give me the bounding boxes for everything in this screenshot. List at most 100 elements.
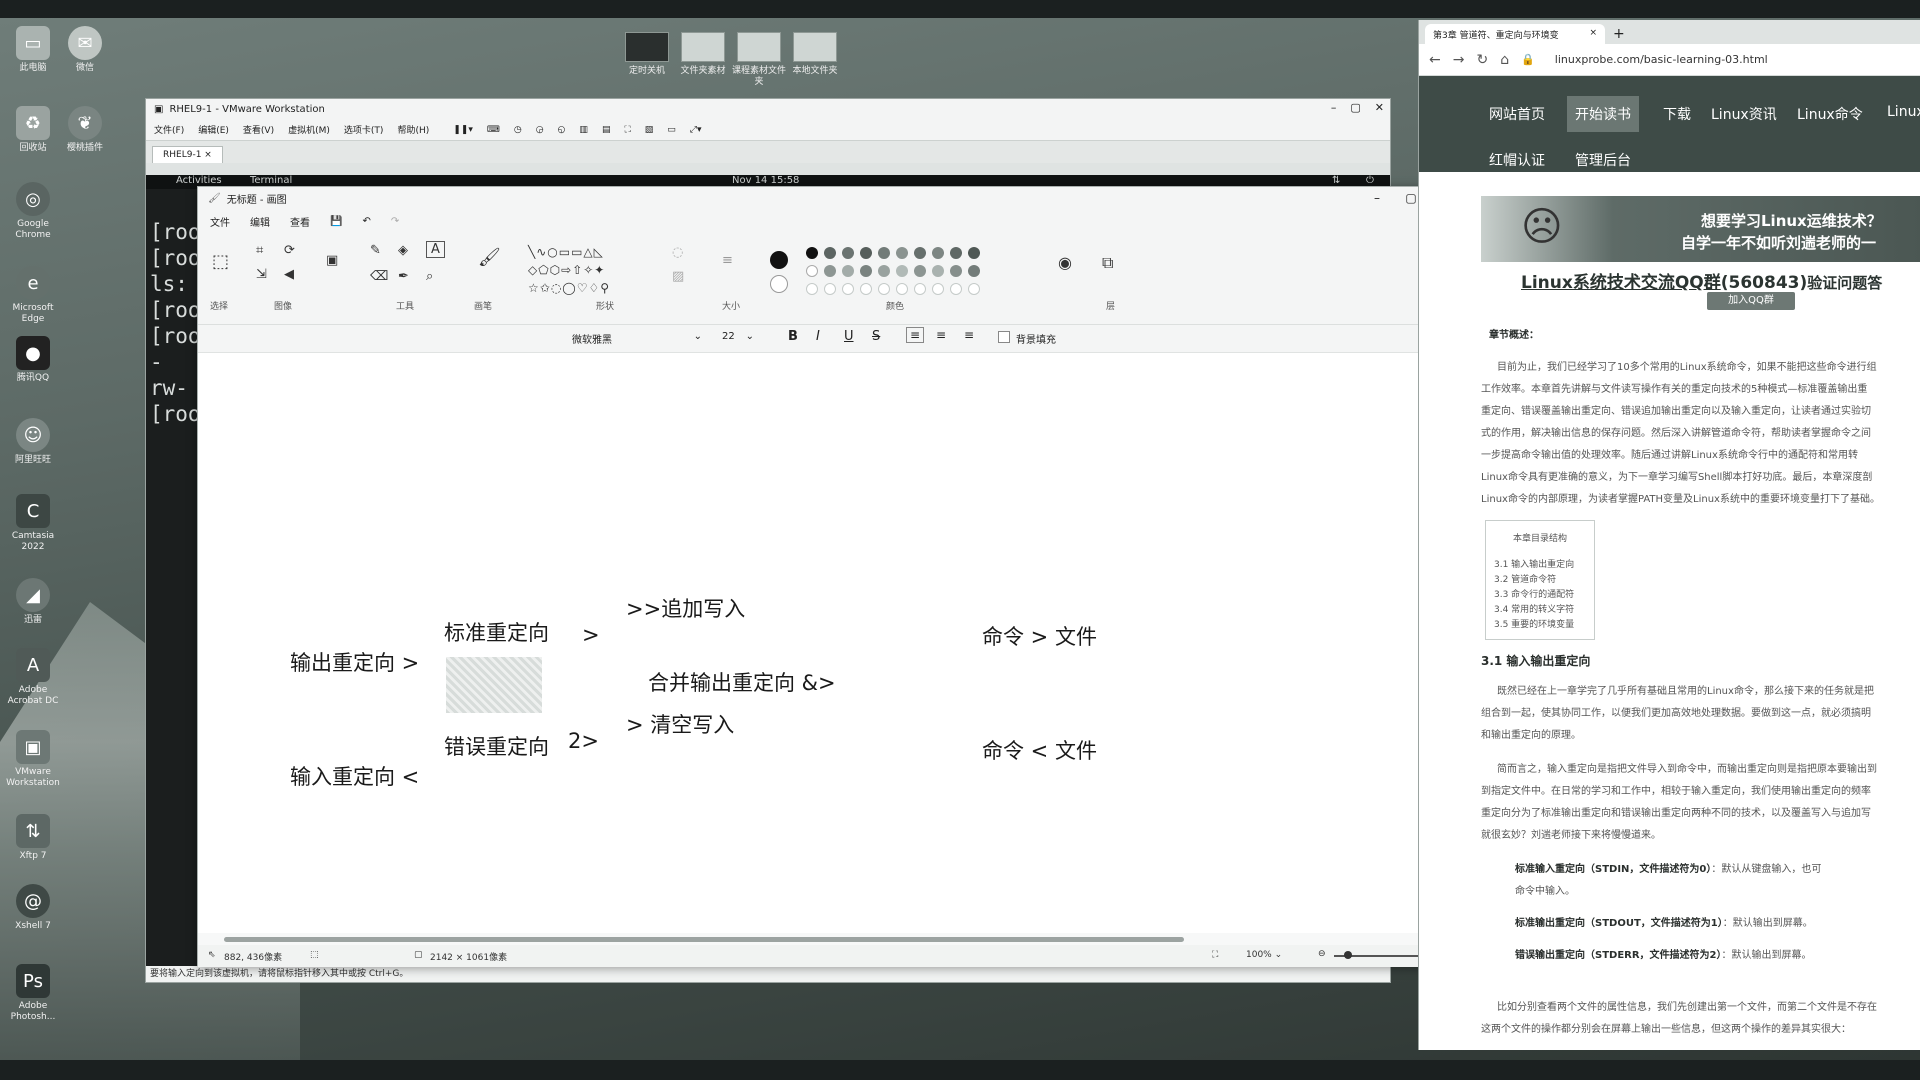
new-tab-icon[interactable]: + (1613, 26, 1625, 44)
text-tool-icon[interactable]: A (426, 241, 445, 258)
color1-swatch[interactable] (770, 251, 788, 269)
empty-color-swatch[interactable] (860, 283, 872, 295)
minimize-icon[interactable]: – (1331, 101, 1337, 114)
toc-item[interactable]: 3.3 命令行的通配符 (1494, 588, 1594, 603)
color-swatch[interactable] (914, 247, 926, 259)
desktop-icon[interactable]: ▣ VMware Workstation (2, 730, 64, 789)
terminal-output[interactable]: [roo [roo ls: [roo [roo -rw- [roo (146, 189, 198, 976)
console-icon[interactable]: ▭ (667, 125, 676, 135)
desktop-icon[interactable]: e Microsoft Edge (2, 266, 64, 325)
shapes-row1-icon[interactable]: ╲∿○▭▭△◺ (528, 245, 604, 259)
color2-swatch[interactable] (770, 275, 788, 293)
menu-view[interactable]: 查看(V) (243, 123, 274, 136)
close-icon[interactable]: ✕ (1375, 101, 1384, 114)
font-family-select[interactable]: 微软雅黑 ⌄ (572, 331, 702, 346)
color-swatch[interactable] (878, 247, 890, 259)
edit-colors-icon[interactable]: ◉ (1058, 253, 1072, 272)
bold-button[interactable]: B (788, 329, 798, 344)
desktop-icon[interactable]: ✉ 微信 (54, 26, 116, 74)
save-icon[interactable]: 💾 (330, 216, 342, 227)
empty-color-swatch[interactable] (806, 283, 818, 295)
menu-edit[interactable]: 编辑(E) (198, 123, 229, 136)
redo-icon[interactable]: ↷ (391, 216, 399, 227)
align-center-button[interactable]: ≡ (936, 328, 946, 342)
activities-button[interactable]: Activities (176, 175, 222, 186)
desktop-icon[interactable]: @ Xshell 7 (2, 884, 64, 932)
rotate-icon[interactable]: ⟳ (284, 243, 295, 258)
browser-tab[interactable]: 第3章 管道符、重定向与环境变 × (1425, 24, 1605, 44)
sidebar-toggle-icon[interactable]: ▥ (579, 125, 588, 135)
size-icon[interactable]: ≡ (722, 253, 733, 268)
vmware-titlebar[interactable]: ▣ RHEL9-1 - VMware Workstation – ▢ ✕ (146, 99, 1390, 119)
menu-vm[interactable]: 虚拟机(M) (288, 123, 330, 136)
desktop-icon[interactable]: ◢ 迅雷 (2, 578, 64, 626)
snapshot-restore-icon[interactable]: ◶ (536, 125, 544, 135)
nav-redhat[interactable]: 红帽认证 (1481, 146, 1553, 174)
zoom-select[interactable]: 100% ⌄ (1246, 950, 1282, 960)
color-swatch[interactable] (806, 265, 818, 277)
pencil-icon[interactable]: ✎ (370, 243, 381, 258)
maximize-icon[interactable]: ▢ (1350, 101, 1360, 114)
empty-color-swatch[interactable] (950, 283, 962, 295)
color-swatch[interactable] (824, 265, 836, 277)
power-icon[interactable]: ⏻ (1366, 175, 1374, 186)
color-swatch[interactable] (806, 247, 818, 259)
desktop-icon[interactable]: 定时关机 (616, 32, 678, 77)
underline-button[interactable]: U (844, 329, 854, 344)
font-size-select[interactable]: 22 ⌄ (722, 331, 754, 342)
fit-window-icon[interactable]: ⛶ (1212, 950, 1218, 960)
join-qq-button[interactable]: 加入QQ群 (1707, 292, 1795, 310)
desktop-icon[interactable]: C Camtasia 2022 (2, 494, 64, 553)
color-swatch[interactable] (860, 265, 872, 277)
scroll-thumb[interactable] (224, 937, 1184, 942)
desktop-icon[interactable]: 本地文件夹 (784, 32, 846, 77)
color-swatch[interactable] (932, 247, 944, 259)
promo-banner[interactable]: ☹ 想要学习Linux运维技术？ 自学一年不如听刘遄老师的一 (1481, 196, 1920, 262)
empty-color-swatch[interactable] (878, 283, 890, 295)
color-swatch[interactable] (824, 247, 836, 259)
stretch-icon[interactable]: ⤢▾ (690, 125, 702, 135)
nav-download[interactable]: 下载 (1655, 100, 1699, 128)
toc-item[interactable]: 3.2 管道命令符 (1494, 573, 1594, 588)
shapes-row3-icon[interactable]: ☆✩◌◯♡♢⚲ (528, 281, 610, 295)
resize-icon[interactable]: ⇲ (256, 267, 267, 282)
paint-canvas[interactable]: 输出重定向 > 输入重定向 < 标准重定向 > 错误重定向 2> >>追加写入 … (198, 353, 1448, 933)
color-swatch[interactable] (878, 265, 890, 277)
color-swatch[interactable] (914, 265, 926, 277)
align-left-button[interactable]: ≡ (906, 327, 925, 343)
crop-icon[interactable]: ⌗ (256, 243, 263, 258)
layers-icon[interactable]: ⧉ (1102, 253, 1113, 273)
toc-item[interactable]: 3.1 输入输出重定向 (1494, 558, 1594, 573)
strikethrough-button[interactable]: S (872, 329, 880, 344)
network-icon[interactable]: ⇅ (1332, 175, 1340, 186)
fill-background-checkbox[interactable] (998, 331, 1010, 343)
qq-group-heading[interactable]: Linux系统技术交流QQ群(560843)验证问题答 (1521, 268, 1882, 293)
nav-read[interactable]: 开始读书 (1567, 96, 1639, 132)
desktop-icon[interactable]: ◎ Google Chrome (2, 182, 64, 241)
nav-home[interactable]: 网站首页 (1481, 100, 1553, 128)
desktop-icon[interactable]: ⇅ Xftp 7 (2, 814, 64, 862)
snapshot-manager-icon[interactable]: ◵ (558, 125, 566, 135)
menu-edit[interactable]: 编辑 (250, 214, 270, 229)
nav-admin[interactable]: 管理后台 (1567, 146, 1639, 174)
desktop-icon[interactable]: Ps Adobe Photosh... (2, 964, 64, 1023)
menu-file[interactable]: 文件(F) (154, 123, 184, 136)
color-swatch[interactable] (896, 247, 908, 259)
color-swatch[interactable] (842, 265, 854, 277)
empty-color-swatch[interactable] (896, 283, 908, 295)
reload-icon[interactable]: ↻ (1476, 52, 1488, 68)
color-swatch[interactable] (968, 265, 980, 277)
desktop-icon[interactable]: A Adobe Acrobat DC (2, 648, 64, 707)
outline-icon[interactable]: ◌ (672, 245, 683, 260)
color-picker-icon[interactable]: ✒ (398, 269, 409, 284)
close-tab-icon[interactable]: × (204, 150, 212, 160)
fullscreen-icon[interactable]: ⛶ (624, 125, 630, 135)
shapes-row2-icon[interactable]: ◇⬠⬡⇨⇧✧✦ (528, 263, 605, 277)
color-swatch[interactable] (950, 265, 962, 277)
eraser-icon[interactable]: ⌫ (370, 269, 388, 284)
undo-icon[interactable]: ↶ (362, 216, 370, 227)
desktop-icon[interactable]: ☺ 阿里旺旺 (2, 418, 64, 466)
menu-file[interactable]: 文件 (210, 214, 230, 229)
snapshot-icon[interactable]: ◷ (514, 125, 522, 135)
image-icon[interactable]: ▣ (326, 253, 338, 268)
